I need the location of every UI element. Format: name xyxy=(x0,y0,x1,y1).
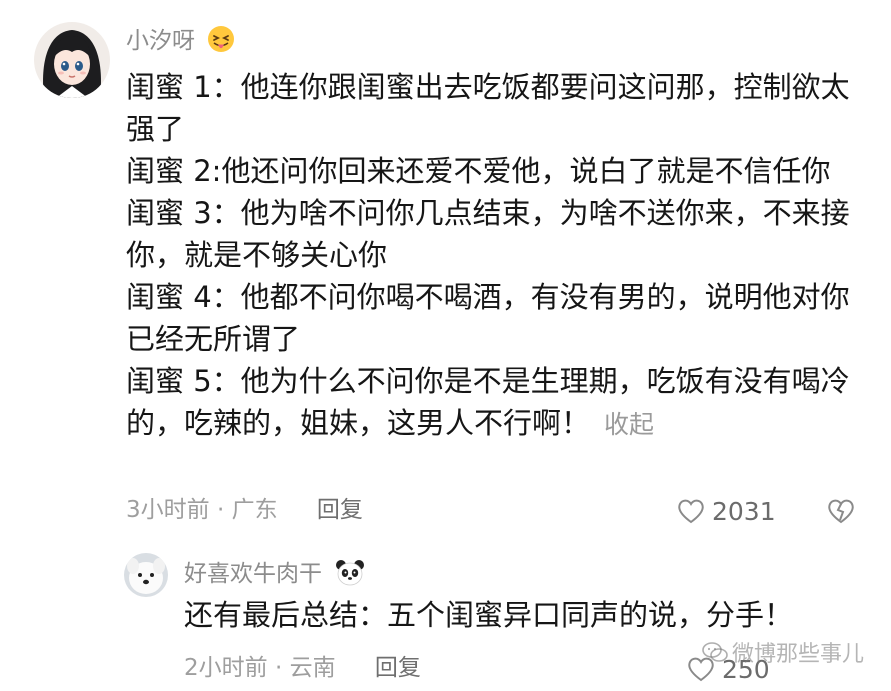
comment-paragraph: 闺蜜 4：他都不问你喝不喝酒，有没有男的，说明他对你已经无所谓了 xyxy=(126,280,850,356)
watermark-text: 微博那些事儿 xyxy=(732,642,865,667)
panda-emoji-icon xyxy=(335,559,365,596)
grinning-tongue-emoji-icon xyxy=(206,24,236,64)
reply-time-location: 2小时前 · 云南 xyxy=(184,655,336,681)
comment-text: 闺蜜 1：他连你跟闺蜜出去吃饭都要问这问那，控制欲太强了 闺蜜 2:他还问你回来… xyxy=(126,66,866,446)
watermark: 微博那些事儿 xyxy=(702,636,864,668)
anime-girl-avatar-icon xyxy=(34,22,110,98)
reply-reply-button[interactable]: 回复 xyxy=(375,655,421,681)
username-text[interactable]: 小汐呀 xyxy=(126,28,195,54)
heart-icon xyxy=(678,499,704,524)
user-avatar[interactable] xyxy=(34,22,110,98)
comment-paragraph-text: 闺蜜 5：他为什么不问你是不是生理期，吃饭有没有喝冷的，吃辣的，姐妹，这男人不行… xyxy=(126,364,850,440)
reply-username[interactable]: 好喜欢牛肉干 xyxy=(184,558,365,596)
username[interactable]: 小汐呀 xyxy=(126,24,236,64)
comment-paragraph: 闺蜜 3：他为啥不问你几点结束，为啥不送你来，不来接你，就是不够关心你 xyxy=(126,196,850,272)
comment-meta: 3小时前 · 广东 回复 xyxy=(126,494,363,526)
dislike-button[interactable] xyxy=(826,496,856,526)
collapse-button[interactable]: 收起 xyxy=(604,410,654,439)
comment-paragraph-last: 闺蜜 5：他为什么不问你是不是生理期，吃饭有没有喝冷的，吃辣的，姐妹，这男人不行… xyxy=(126,360,866,446)
comment-paragraph: 闺蜜 1：他连你跟闺蜜出去吃饭都要问这问那，控制欲太强了 xyxy=(126,70,850,146)
like-button[interactable]: 2031 xyxy=(676,494,776,528)
broken-heart-icon xyxy=(828,499,854,524)
reply-button[interactable]: 回复 xyxy=(317,497,363,523)
comment-paragraph: 闺蜜 2:他还问你回来还爱不爱他，说白了就是不信任你 xyxy=(126,154,831,188)
reply-comment-text: 还有最后总结：五个闺蜜异口同声的说，分手！ xyxy=(184,598,794,632)
comment-thread: 小汐呀 闺蜜 1：他连你跟闺蜜出去吃饭都要问这问那，控制欲太强了 闺蜜 2:他还… xyxy=(0,0,891,691)
reply-username-text[interactable]: 好喜欢牛肉干 xyxy=(184,561,322,587)
reply-user-avatar[interactable] xyxy=(124,553,168,597)
white-dog-avatar-icon xyxy=(124,553,168,597)
time-location: 3小时前 · 广东 xyxy=(126,497,278,523)
wechat-icon xyxy=(702,642,728,662)
like-count: 2031 xyxy=(712,496,776,526)
reply-meta: 2小时前 · 云南 回复 xyxy=(184,652,421,684)
